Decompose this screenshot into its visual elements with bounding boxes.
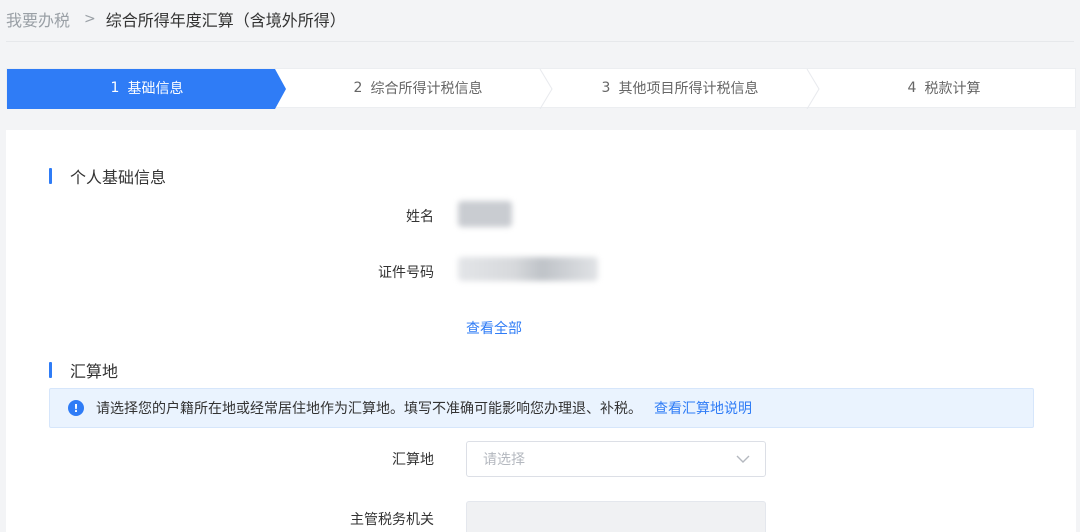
section-title-settlement: 汇算地	[70, 362, 119, 381]
name-label: 姓名	[406, 209, 434, 225]
chevron-down-icon	[735, 451, 751, 471]
section-marker	[49, 168, 52, 184]
name-value-redacted	[458, 201, 512, 227]
settlement-place-select[interactable]: 请选择	[466, 441, 766, 477]
breadcrumb-home[interactable]: 我要办税	[6, 7, 70, 31]
form-card: 个人基础信息 姓名 证件号码 查看全部 汇算地 ! 请选择您的户籍所在地或经常居…	[6, 130, 1076, 532]
section-personal-info: 个人基础信息	[49, 164, 166, 188]
settlement-explanation-link[interactable]: 查看汇算地说明	[654, 398, 752, 418]
breadcrumb-current: 综合所得年度汇算（含境外所得）	[105, 11, 346, 30]
info-circle-icon: !	[68, 400, 84, 416]
step-other-income[interactable]: 3 其他项目所得计税信息	[549, 69, 811, 107]
step-tax-calculation[interactable]: 4 税款计算	[811, 69, 1077, 107]
settlement-place-label: 汇算地	[392, 452, 434, 468]
id-number-label: 证件号码	[378, 265, 434, 281]
select-placeholder: 请选择	[483, 452, 525, 468]
step-basic-info[interactable]: 1 基础信息	[7, 69, 287, 107]
tax-authority-field	[466, 501, 766, 532]
tax-authority-label: 主管税务机关	[350, 512, 434, 528]
id-number-value-redacted	[458, 257, 598, 281]
view-all-link[interactable]: 查看全部	[466, 318, 522, 338]
settlement-notice: ! 请选择您的户籍所在地或经常居住地作为汇算地。填写不准确可能影响您办理退、补税…	[49, 388, 1034, 428]
breadcrumb: 我要办税 > 综合所得年度汇算（含境外所得）	[0, 0, 1080, 38]
step-bar: 1 基础信息 2 综合所得计税信息 3 其他项目所得计税信息 4 税款计算	[6, 68, 1077, 109]
breadcrumb-separator: >	[84, 11, 96, 27]
section-title-personal: 个人基础信息	[70, 168, 167, 187]
section-marker	[49, 362, 52, 378]
notice-text: 请选择您的户籍所在地或经常居住地作为汇算地。填写不准确可能影响您办理退、补税。	[96, 401, 642, 417]
step-comprehensive-income[interactable]: 2 综合所得计税信息	[287, 69, 549, 107]
section-settlement: 汇算地	[49, 358, 118, 382]
header-divider	[6, 41, 1074, 42]
